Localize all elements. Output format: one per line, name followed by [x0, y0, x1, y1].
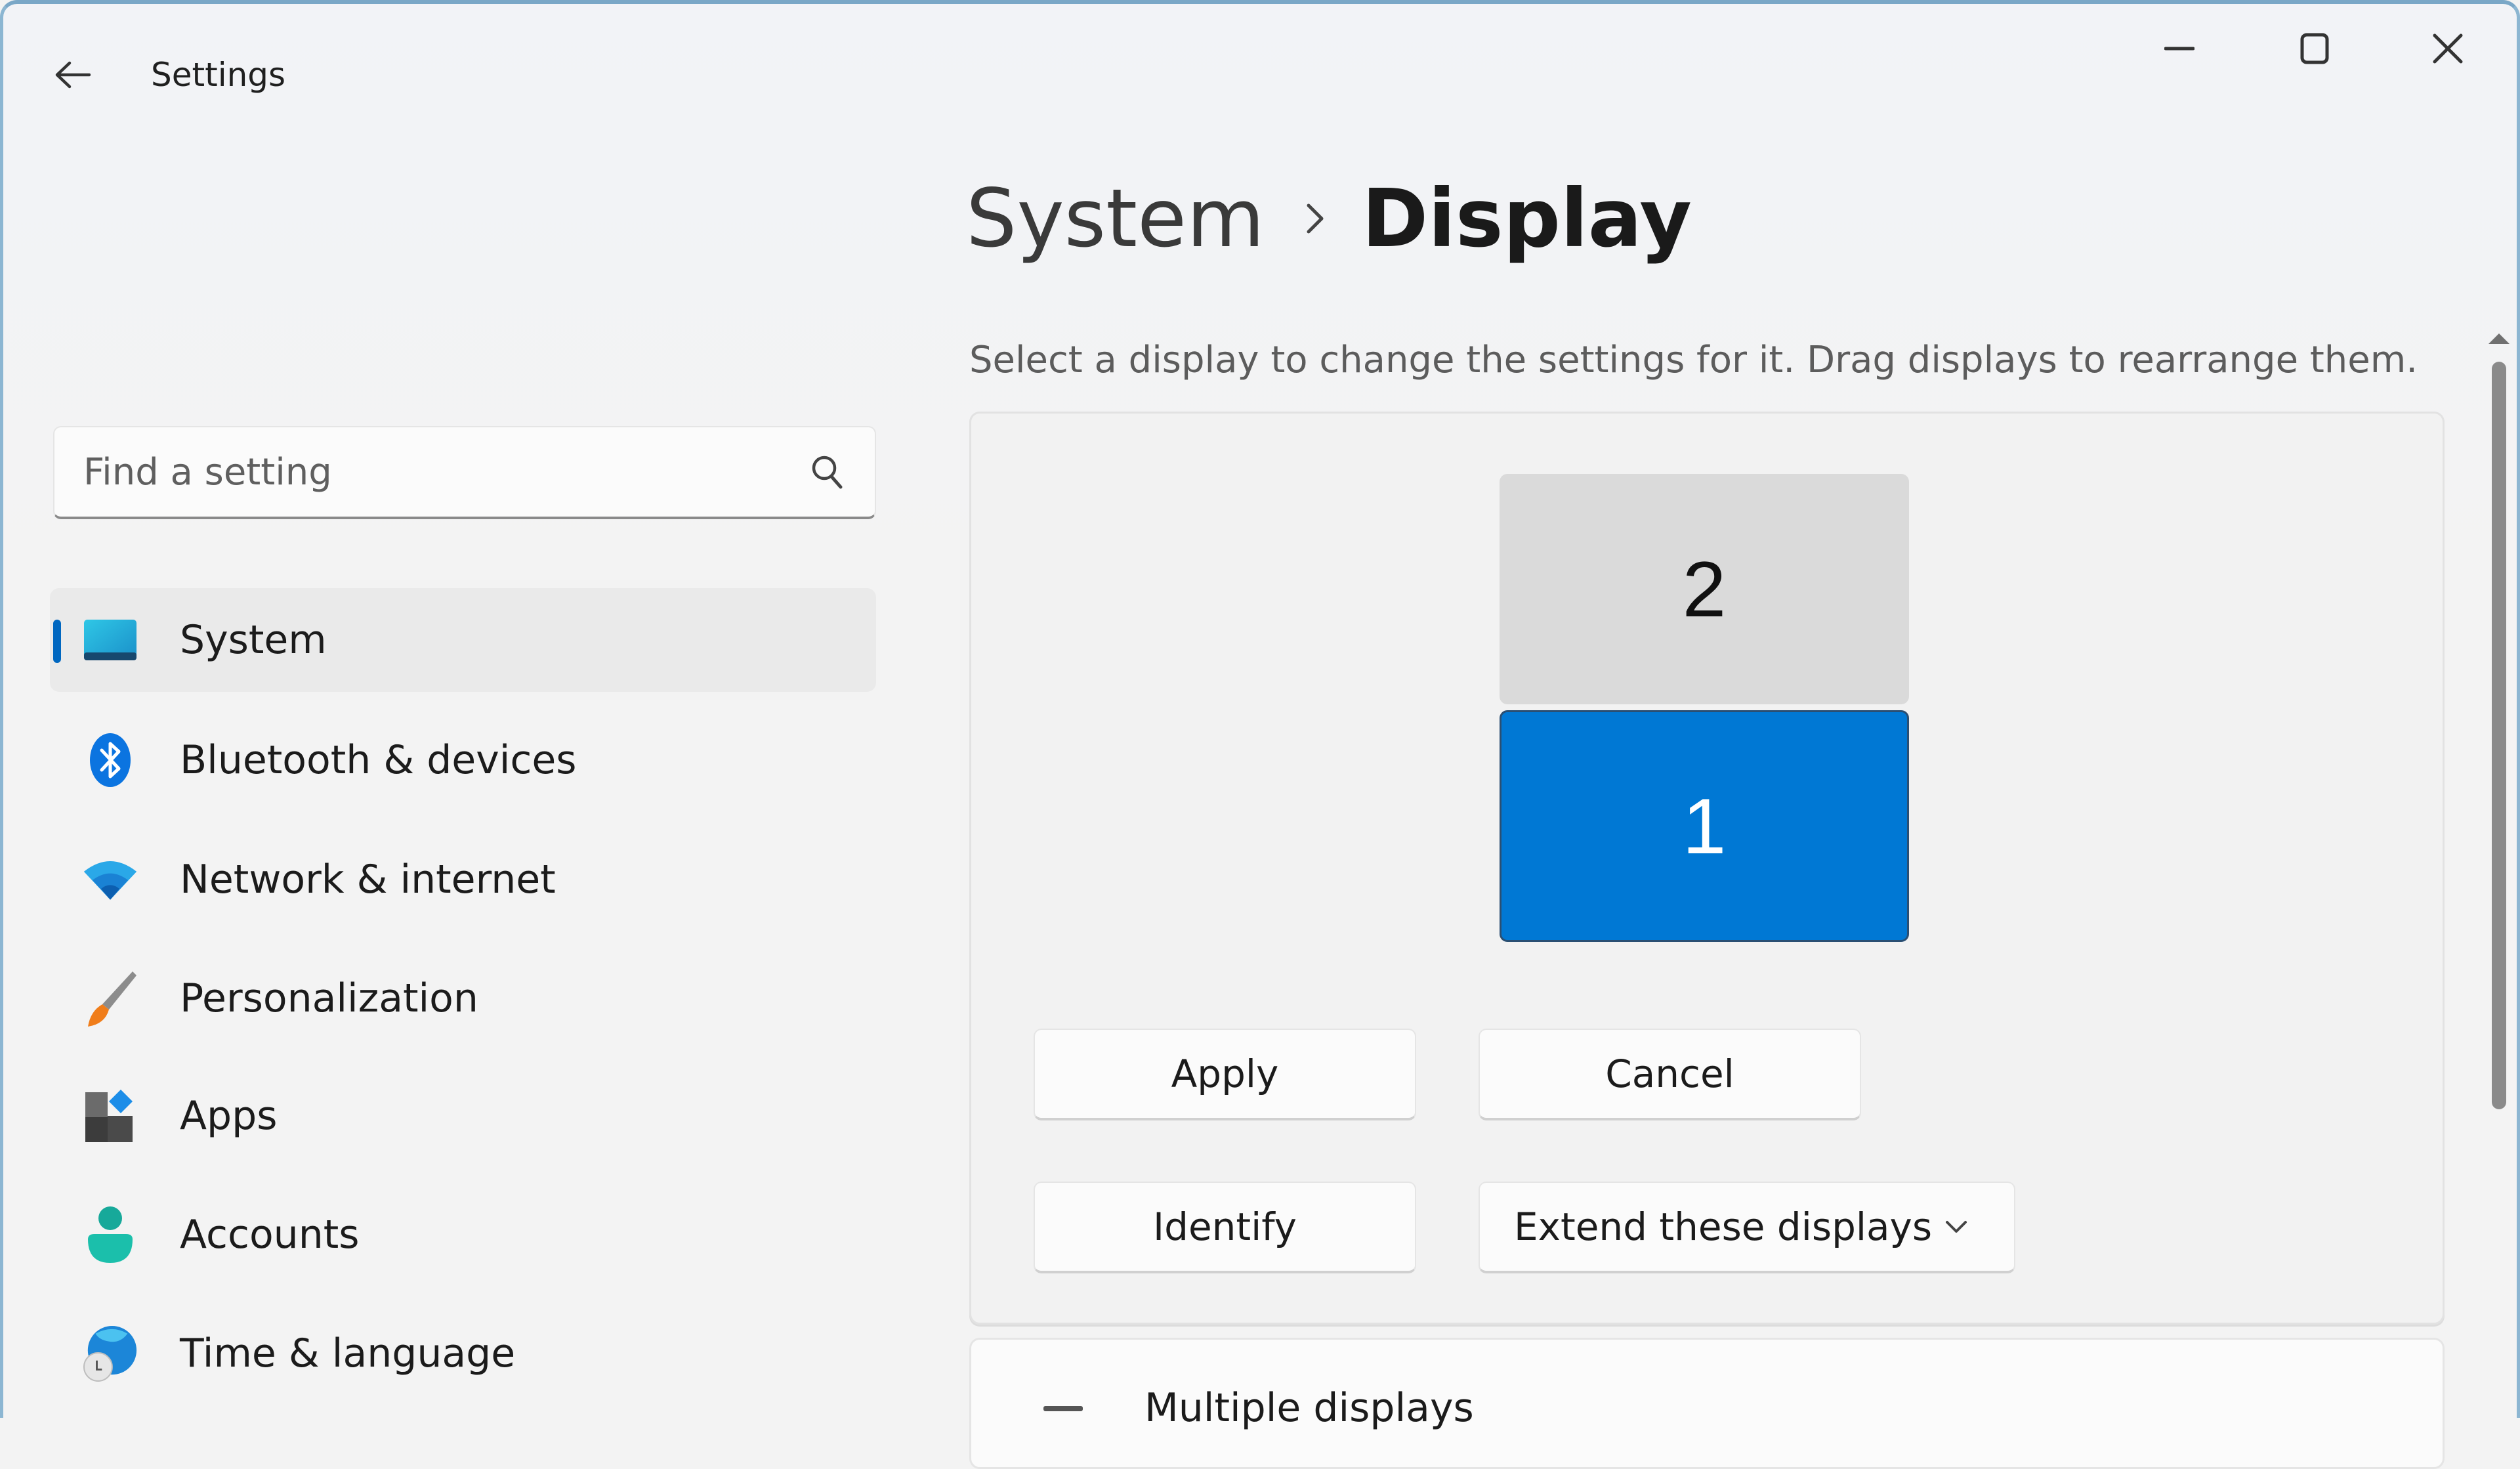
sidebar-item-apps[interactable]: Apps	[50, 1064, 876, 1168]
apps-icon	[83, 1088, 138, 1143]
wifi-icon	[83, 852, 138, 907]
selection-indicator	[53, 620, 61, 663]
back-arrow-icon	[55, 61, 91, 89]
minimize-button[interactable]	[2150, 25, 2209, 72]
multiple-displays-title: Multiple displays	[1144, 1385, 1474, 1431]
page-description: Select a display to change the settings …	[969, 339, 2418, 381]
close-icon	[2433, 33, 2463, 64]
multiple-displays-icon	[1043, 1406, 1083, 1411]
dropdown-selected-value: Extend these displays	[1514, 1204, 1933, 1249]
person-icon	[83, 1206, 138, 1263]
chevron-right-icon	[1305, 202, 1325, 235]
app-title: Settings	[151, 56, 286, 94]
sidebar-item-label: Network & internet	[180, 857, 556, 903]
apply-button[interactable]: Apply	[1034, 1029, 1416, 1120]
breadcrumb: System Display	[966, 172, 1692, 265]
sidebar-item-label: Time & language	[180, 1331, 516, 1376]
back-button[interactable]	[51, 54, 93, 96]
search-icon[interactable]	[797, 427, 856, 517]
scrollbar-thumb[interactable]	[2492, 362, 2506, 1109]
projection-mode-dropdown[interactable]: Extend these displays	[1479, 1182, 2015, 1273]
display-number: 2	[1682, 545, 1727, 633]
sidebar-item-label: Accounts	[180, 1212, 360, 1258]
caret-up-icon	[2488, 333, 2510, 344]
maximize-button[interactable]	[2285, 25, 2344, 72]
maximize-icon	[2300, 33, 2329, 64]
search-input[interactable]	[54, 427, 797, 517]
display-tile-1[interactable]: 1	[1500, 710, 1909, 942]
chevron-down-icon	[1944, 1220, 1968, 1234]
monitor-icon	[83, 612, 138, 668]
sidebar-item-bluetooth-devices[interactable]: Bluetooth & devices	[50, 708, 876, 812]
close-button[interactable]	[2418, 25, 2477, 72]
bluetooth-icon	[83, 733, 138, 788]
sidebar-item-label: System	[180, 617, 327, 663]
globe-clock-icon	[83, 1326, 138, 1382]
sidebar-item-time-language[interactable]: Time & language	[50, 1302, 876, 1405]
identify-button[interactable]: Identify	[1034, 1182, 1416, 1273]
sidebar-item-system[interactable]: System	[50, 588, 876, 692]
sidebar-item-label: Personalization	[180, 975, 478, 1021]
sidebar-item-network-internet[interactable]: Network & internet	[50, 828, 876, 931]
display-number: 1	[1682, 782, 1727, 870]
sidebar-item-label: Bluetooth & devices	[180, 737, 577, 783]
paintbrush-icon	[83, 971, 138, 1027]
page-title: Display	[1361, 172, 1692, 265]
sidebar-item-label: Apps	[180, 1093, 278, 1139]
sidebar-item-accounts[interactable]: Accounts	[50, 1183, 876, 1287]
scroll-up-button[interactable]	[2486, 328, 2512, 348]
display-tile-2[interactable]: 2	[1500, 474, 1909, 704]
breadcrumb-system-link[interactable]: System	[966, 172, 1265, 265]
minimize-icon	[2164, 47, 2194, 51]
search-box[interactable]	[53, 426, 876, 519]
sidebar-item-personalization[interactable]: Personalization	[50, 947, 876, 1050]
cancel-button[interactable]: Cancel	[1479, 1029, 1861, 1120]
